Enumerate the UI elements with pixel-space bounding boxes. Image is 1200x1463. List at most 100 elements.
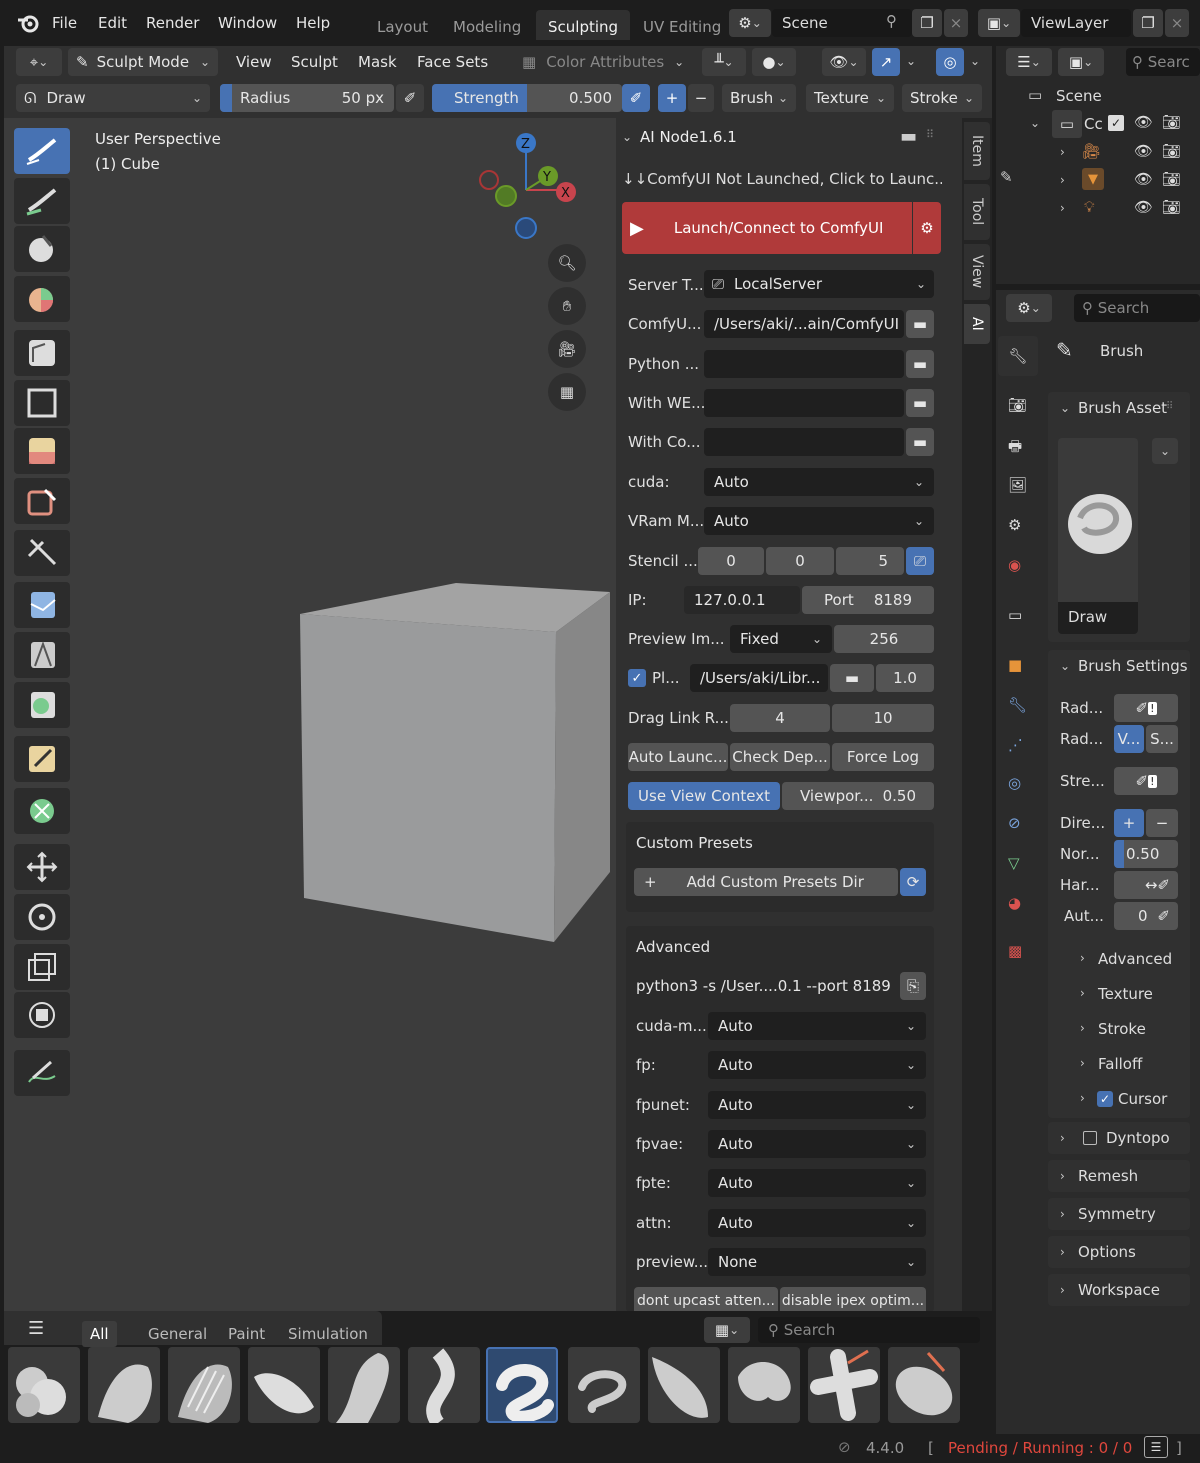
chevron-down-icon[interactable]: ⌄ bbox=[970, 54, 980, 68]
constraints-tab-icon[interactable]: ⊘ bbox=[1008, 814, 1021, 832]
strength-pressure-toggle[interactable]: ✐ bbox=[622, 84, 650, 112]
asset-display-button[interactable]: ▦ ⌄ bbox=[704, 1317, 750, 1343]
asset-search-input[interactable]: ⚲ Search bbox=[758, 1317, 980, 1343]
edit-face-set-tool-icon[interactable] bbox=[14, 736, 70, 782]
mask-by-color-tool-icon[interactable] bbox=[14, 788, 70, 834]
check-dependencies-button[interactable]: Check Dep... bbox=[730, 743, 830, 771]
auto-launch-button[interactable]: Auto Launc... bbox=[628, 743, 728, 771]
draw-tool-icon[interactable] bbox=[14, 128, 70, 174]
expand-chevron-icon[interactable]: ⌄ bbox=[1030, 116, 1040, 130]
data-tab-icon[interactable]: ▽ bbox=[1008, 854, 1020, 872]
brush-thumb-clay-thumb[interactable] bbox=[248, 1347, 320, 1423]
stencil-view-icon[interactable]: ⎚ bbox=[906, 547, 934, 575]
expand-chevron-icon[interactable]: › bbox=[1080, 986, 1085, 1000]
expand-chevron-icon[interactable]: › bbox=[1060, 1131, 1065, 1145]
viewport-scale-field[interactable]: Viewpor... 0.50 bbox=[782, 782, 934, 810]
expand-chevron-icon[interactable]: › bbox=[1060, 1207, 1065, 1221]
expand-chevron-icon[interactable]: › bbox=[1080, 1021, 1085, 1035]
add-custom-presets-button[interactable]: + Add Custom Presets Dir bbox=[634, 868, 898, 896]
paint-tool-icon[interactable] bbox=[14, 226, 70, 272]
collection-tab-icon[interactable]: ▭ bbox=[1008, 606, 1022, 624]
camera-render-icon[interactable]: 📷︎ bbox=[1162, 142, 1181, 160]
new-viewlayer-button[interactable]: ❐ bbox=[1133, 9, 1163, 37]
collection-label[interactable]: Cc bbox=[1084, 115, 1103, 133]
brush-selector[interactable]: ᘏ Draw ⌄ bbox=[16, 84, 210, 112]
launch-comfyui-button[interactable]: ▶ Launch/Connect to ComfyUI bbox=[622, 202, 912, 254]
server-type-select[interactable]: ⎚ LocalServer ⌄ bbox=[704, 270, 934, 298]
color-filter-tool-icon[interactable] bbox=[14, 682, 70, 728]
auto-smooth-field[interactable]: 0 ✐ bbox=[1114, 902, 1178, 930]
camera-icon[interactable]: 🎥︎ bbox=[548, 330, 586, 368]
expand-chevron-icon[interactable]: ⌄ bbox=[1060, 401, 1070, 415]
visibility-button[interactable]: 👁 ⌄ bbox=[822, 48, 866, 76]
texture-menu[interactable]: Texture ⌄ bbox=[806, 84, 894, 112]
annotate-tool-icon[interactable] bbox=[14, 1050, 70, 1096]
force-log-button[interactable]: Force Log bbox=[832, 743, 934, 771]
tab-layout[interactable]: Layout bbox=[365, 10, 440, 40]
tab-sculpting[interactable]: Sculpting bbox=[536, 10, 631, 40]
brush-thumb-draw-selected[interactable] bbox=[486, 1347, 558, 1423]
expand-chevron-icon[interactable]: › bbox=[1060, 1245, 1065, 1259]
advanced-subpanel[interactable]: Advanced bbox=[1098, 950, 1172, 968]
folder-icon[interactable]: ▬ bbox=[830, 664, 874, 692]
remesh-label[interactable]: Remesh bbox=[1078, 1167, 1138, 1185]
chevron-down-icon[interactable]: ⌄ bbox=[906, 54, 916, 68]
draw-sharp-tool-icon[interactable] bbox=[14, 178, 70, 224]
delete-viewlayer-button[interactable]: × bbox=[1165, 9, 1189, 37]
folder-icon[interactable]: ▬ bbox=[906, 428, 934, 456]
menu-help[interactable]: Help bbox=[296, 14, 330, 32]
asset-tab-general[interactable]: General bbox=[148, 1325, 207, 1343]
editor-type-button[interactable]: ⌖ ⌄ bbox=[16, 48, 62, 76]
brush-preview-thumbnail[interactable]: Draw bbox=[1058, 438, 1138, 634]
eye-icon[interactable]: 👁︎ bbox=[1134, 170, 1153, 188]
tab-ai[interactable]: AI bbox=[964, 304, 990, 344]
launch-command-text[interactable]: python3 -s /User....0.1 --port 8189 bbox=[636, 977, 900, 995]
falloff-subpanel[interactable]: Falloff bbox=[1098, 1055, 1142, 1073]
texture-tab-icon[interactable]: ▩ bbox=[1008, 942, 1022, 960]
menu-mask[interactable]: Mask bbox=[358, 53, 397, 71]
particles-tab-icon[interactable]: ⋰ bbox=[1008, 736, 1023, 754]
expand-chevron-icon[interactable]: › bbox=[1060, 1283, 1065, 1297]
symmetry-label[interactable]: Symmetry bbox=[1078, 1205, 1156, 1223]
menu-face-sets[interactable]: Face Sets bbox=[417, 53, 488, 71]
light-object-icon[interactable]: 💡︎ bbox=[1084, 198, 1095, 216]
copy-icon[interactable]: ⎘ bbox=[900, 972, 926, 1000]
cuda-select[interactable]: Auto ⌄ bbox=[704, 468, 934, 496]
advanced-row-select[interactable]: Auto ⌄ bbox=[708, 1012, 926, 1040]
drag-link-min-field[interactable]: 4 bbox=[730, 704, 830, 732]
tab-view[interactable]: View bbox=[964, 244, 990, 300]
viewlayer-selector-button[interactable]: ▣ ⌄ bbox=[978, 9, 1020, 37]
display-mode-button[interactable]: ▣ ⌄ bbox=[1058, 48, 1104, 76]
move-tool-icon[interactable] bbox=[14, 844, 70, 890]
texture-subpanel[interactable]: Texture bbox=[1098, 985, 1153, 1003]
with-co-field[interactable] bbox=[704, 428, 904, 456]
brush-menu[interactable]: Brush ⌄ bbox=[722, 84, 796, 112]
eye-icon[interactable]: 👁︎ bbox=[1134, 113, 1153, 131]
collection-checkbox[interactable]: ✓ bbox=[1108, 115, 1124, 131]
expand-chevron-icon[interactable]: › bbox=[1080, 1056, 1085, 1070]
gizmo-toggle[interactable]: ↗ bbox=[872, 48, 900, 76]
new-scene-button[interactable]: ❐ bbox=[912, 9, 942, 37]
subtract-direction-button[interactable]: − bbox=[688, 84, 714, 112]
use-view-context-toggle[interactable]: Use View Context bbox=[628, 782, 780, 810]
expand-chevron-icon[interactable]: › bbox=[1080, 1091, 1085, 1105]
normal-radius-field[interactable]: 0.50 bbox=[1114, 840, 1178, 868]
expand-chevron-icon[interactable]: › bbox=[1060, 145, 1065, 159]
vertex-paint-tool-icon[interactable] bbox=[14, 276, 70, 322]
scale-tool-icon[interactable] bbox=[14, 944, 70, 990]
camera-render-icon[interactable]: 📷︎ bbox=[1162, 113, 1181, 131]
radius-setting-field[interactable]: ✐! bbox=[1114, 694, 1178, 722]
overlay-toggle[interactable]: ◎ bbox=[936, 48, 964, 76]
vram-select[interactable]: Auto ⌄ bbox=[704, 507, 934, 535]
dyntopo-checkbox[interactable] bbox=[1083, 1131, 1097, 1145]
brush-thumb-elastic[interactable] bbox=[648, 1347, 720, 1423]
hardness-field[interactable]: ↔✐ bbox=[1114, 871, 1178, 899]
box-trim-tool-icon[interactable] bbox=[14, 478, 70, 524]
eye-icon[interactable]: 👁︎ bbox=[1134, 142, 1153, 160]
preview-mode-select[interactable]: Fixed ⌄ bbox=[730, 625, 832, 653]
box-face-set-tool-icon[interactable] bbox=[14, 428, 70, 474]
outliner-search-input[interactable]: ⚲ Searc bbox=[1126, 48, 1200, 76]
advanced-row-select[interactable]: Auto ⌄ bbox=[708, 1091, 926, 1119]
strength-field[interactable]: Strength 0.500 bbox=[432, 84, 622, 112]
brush-asset-dropdown[interactable]: ⌄ bbox=[1152, 438, 1178, 464]
